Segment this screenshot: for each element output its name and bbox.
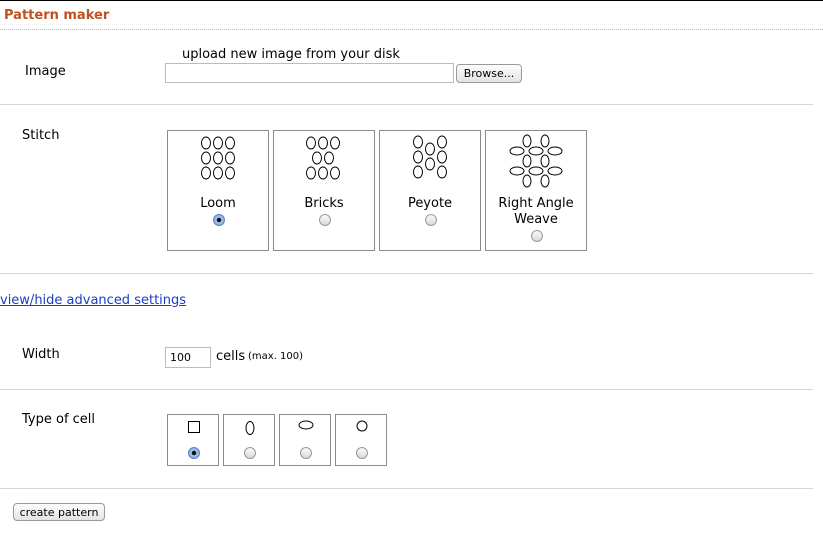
stitch-radio-peyote[interactable]: [425, 214, 437, 226]
create-pattern-button[interactable]: create pattern: [13, 503, 105, 521]
stitch-name-bricks: Bricks: [304, 196, 344, 211]
width-label: Width: [22, 347, 60, 362]
stitch-option-peyote[interactable]: Peyote: [379, 130, 481, 251]
tall-oval-cell-icon: [245, 421, 255, 435]
advanced-settings-toggle-link[interactable]: view/hide advanced settings: [0, 293, 186, 308]
stitch-name-right-angle-line1: Right Angle: [498, 196, 574, 211]
page-title: Pattern maker: [4, 8, 110, 23]
width-input[interactable]: 100: [165, 347, 211, 368]
stitch-option-bricks[interactable]: Bricks: [273, 130, 375, 251]
title-bar: [0, 0, 823, 30]
cell-type-label: Type of cell: [22, 412, 96, 427]
loom-pattern-icon: [201, 136, 235, 180]
stitch-option-loom[interactable]: Loom: [167, 130, 269, 251]
divider: [0, 104, 813, 105]
stitch-name-right-angle-line2: Weave: [514, 212, 558, 227]
square-cell-icon: [188, 421, 200, 433]
image-label: Image: [25, 64, 66, 79]
browse-button[interactable]: Browse...: [456, 64, 522, 83]
cell-radio-tall-oval[interactable]: [244, 447, 256, 459]
stitch-radio-bricks[interactable]: [319, 214, 331, 226]
divider: [0, 389, 813, 390]
cell-radio-wide-oval[interactable]: [300, 447, 312, 459]
circle-cell-icon: [356, 420, 368, 432]
right-angle-weave-pattern-icon: [509, 134, 563, 188]
divider: [0, 273, 813, 274]
file-path-field[interactable]: [165, 63, 454, 83]
width-max-hint: (max. 100): [248, 351, 304, 362]
cell-radio-square[interactable]: [188, 447, 200, 459]
width-unit: cells: [216, 349, 246, 364]
upload-hint: upload new image from your disk: [182, 47, 400, 62]
peyote-pattern-icon: [413, 135, 447, 179]
wide-oval-cell-icon: [298, 420, 314, 430]
cell-radio-circle[interactable]: [356, 447, 368, 459]
cell-option-circle[interactable]: [335, 414, 387, 466]
stitch-name-peyote: Peyote: [407, 196, 453, 211]
stitch-label: Stitch: [22, 128, 60, 143]
stitch-radio-loom[interactable]: [213, 214, 225, 226]
cell-option-tall-oval[interactable]: [223, 414, 275, 466]
stitch-radio-right-angle-weave[interactable]: [531, 230, 543, 242]
divider: [0, 488, 813, 489]
cell-option-wide-oval[interactable]: [279, 414, 331, 466]
cell-option-square[interactable]: [167, 414, 219, 466]
stitch-option-right-angle-weave[interactable]: Right Angle Weave: [485, 130, 587, 251]
bricks-pattern-icon: [306, 136, 340, 180]
stitch-name-loom: Loom: [200, 196, 236, 211]
